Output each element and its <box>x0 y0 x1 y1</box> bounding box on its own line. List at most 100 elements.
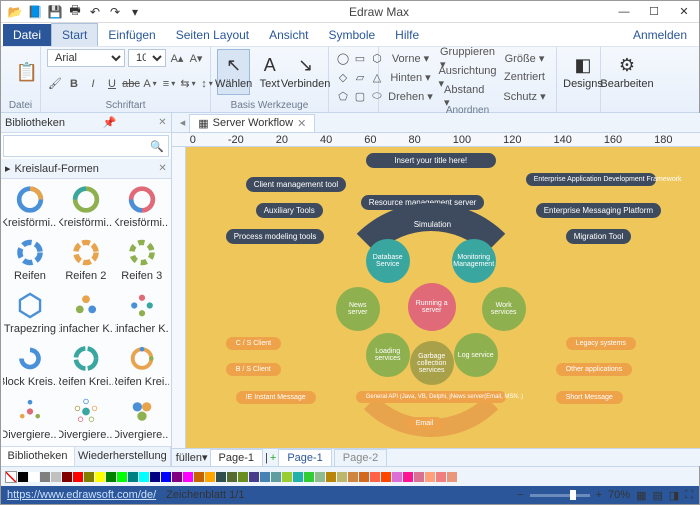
color-swatch[interactable] <box>249 472 259 482</box>
node[interactable]: Client management tool <box>246 177 347 192</box>
shape-thumbnail[interactable]: Reifen 2 <box>59 234 113 285</box>
node-pill[interactable]: Short Message <box>556 391 623 404</box>
color-swatch[interactable] <box>84 472 94 482</box>
bring-front-button[interactable]: Vorne ▾ <box>385 49 436 67</box>
tab-pagelayout[interactable]: Seiten Layout <box>166 24 259 46</box>
color-swatch[interactable] <box>139 472 149 482</box>
color-swatch[interactable] <box>359 472 369 482</box>
color-swatch[interactable] <box>238 472 248 482</box>
search-input[interactable] <box>8 140 150 152</box>
bullets-button[interactable]: ≡ <box>161 75 177 93</box>
font-color-button[interactable]: A <box>142 75 158 93</box>
shape-thumbnail[interactable]: Divergiere... <box>115 393 169 444</box>
zoom-in-button[interactable]: + <box>596 489 602 501</box>
color-swatch[interactable] <box>348 472 358 482</box>
qat-dropdown-icon[interactable]: ▾ <box>127 4 143 20</box>
shape-thumbnail[interactable]: Reifen Krei... <box>59 340 113 391</box>
status-url[interactable]: https://www.edrawsoft.com/de/ <box>7 489 156 501</box>
color-swatch[interactable] <box>260 472 270 482</box>
shape-round-button[interactable]: ▢ <box>352 87 368 105</box>
size-button[interactable]: Größe ▾ <box>499 49 550 67</box>
shape-category-header[interactable]: ▸Kreislauf-Formen ✕ <box>1 159 171 179</box>
color-swatch[interactable] <box>172 472 182 482</box>
select-tool-button[interactable]: ↖Wählen <box>217 49 250 95</box>
node-pill[interactable]: Other applications <box>556 363 632 376</box>
underline-button[interactable]: U <box>104 75 120 93</box>
font-size-select[interactable]: 10 <box>128 49 166 67</box>
panel-pin-icon[interactable]: 📌 <box>103 116 117 129</box>
shape-thumbnail[interactable]: Block Kreis... <box>3 340 57 391</box>
diagram-title[interactable]: Insert your title here! <box>366 153 496 168</box>
search-icon[interactable]: 🔍 <box>150 140 164 153</box>
connector-tool-button[interactable]: ↘Verbinden <box>289 49 322 95</box>
shape-thumbnail[interactable]: Reifen <box>3 234 57 285</box>
color-swatch[interactable] <box>381 472 391 482</box>
protect-button[interactable]: Schutz ▾ <box>499 87 550 105</box>
open-icon[interactable]: 📂 <box>7 4 23 20</box>
view-mode-icon[interactable]: ▦ <box>636 489 646 502</box>
color-swatch[interactable] <box>425 472 435 482</box>
tab-symbols[interactable]: Symbole <box>318 24 385 46</box>
color-swatch[interactable] <box>62 472 72 482</box>
shape-para-button[interactable]: ▱ <box>352 68 368 86</box>
tab-start[interactable]: Start <box>51 23 98 46</box>
node[interactable]: Enterprise Messaging Platform <box>536 203 661 218</box>
shape-thumbnail[interactable]: Divergiere... <box>3 393 57 444</box>
arc-bottom[interactable] <box>336 247 526 437</box>
send-back-button[interactable]: Hinten ▾ <box>385 68 436 86</box>
distribute-button[interactable]: Abstand ▾ <box>442 87 493 105</box>
close-button[interactable]: ✕ <box>669 1 699 23</box>
tab-libraries[interactable]: Bibliotheken <box>1 447 75 466</box>
category-close-icon[interactable]: ✕ <box>158 163 166 174</box>
node-pill[interactable]: General API (Java, VB, Delphi, jNews ser… <box>356 391 506 403</box>
color-swatch[interactable] <box>282 472 292 482</box>
page-tab-1b[interactable]: Page-1 <box>278 449 331 467</box>
color-swatch[interactable] <box>315 472 325 482</box>
page-tab-1[interactable]: Page-1 <box>210 449 263 467</box>
tab-recovery[interactable]: Wiederherstellung <box>75 447 171 466</box>
minimize-button[interactable]: — <box>609 1 639 23</box>
view-mode-icon[interactable]: ⛶ <box>685 489 693 502</box>
node-pill[interactable]: Email <box>406 417 444 430</box>
align-button[interactable]: ⇆ <box>180 75 196 93</box>
node[interactable]: Auxiliary Tools <box>256 203 323 218</box>
shape-circle-button[interactable]: ◯ <box>335 49 351 67</box>
color-swatch[interactable] <box>18 472 28 482</box>
node[interactable]: Enterprise Application Development Frame… <box>526 173 656 186</box>
strike-button[interactable]: abc <box>123 75 139 93</box>
add-page-button[interactable]: + <box>270 452 276 464</box>
color-swatch[interactable] <box>447 472 457 482</box>
bold-button[interactable]: B <box>66 75 82 93</box>
color-swatch[interactable] <box>326 472 336 482</box>
color-swatch[interactable] <box>436 472 446 482</box>
color-swatch[interactable] <box>414 472 424 482</box>
color-swatch[interactable] <box>216 472 226 482</box>
file-menu[interactable]: Datei <box>3 24 51 46</box>
color-swatch[interactable] <box>150 472 160 482</box>
shape-thumbnail[interactable]: Trapezring <box>3 287 57 338</box>
color-swatch[interactable] <box>271 472 281 482</box>
color-swatch[interactable] <box>403 472 413 482</box>
tab-insert[interactable]: Einfügen <box>98 24 165 46</box>
no-fill-swatch[interactable] <box>5 471 17 483</box>
node[interactable]: Simulation <box>406 217 459 232</box>
shape-thumbnail[interactable]: Kreisförmi... <box>115 181 169 232</box>
signin-link[interactable]: Anmelden <box>623 28 697 42</box>
tab-view[interactable]: Ansicht <box>259 24 318 46</box>
maximize-button[interactable]: ☐ <box>639 1 669 23</box>
shrink-font-button[interactable]: A▾ <box>188 49 204 67</box>
designs-button[interactable]: ◧Designs <box>563 49 603 95</box>
color-swatch[interactable] <box>73 472 83 482</box>
color-swatch[interactable] <box>293 472 303 482</box>
color-swatch[interactable] <box>370 472 380 482</box>
color-swatch[interactable] <box>205 472 215 482</box>
color-swatch[interactable] <box>128 472 138 482</box>
view-mode-icon[interactable]: ◨ <box>669 489 679 502</box>
color-swatch[interactable] <box>337 472 347 482</box>
color-swatch[interactable] <box>161 472 171 482</box>
drawing-canvas[interactable]: Insert your title here! Client managemen… <box>186 147 700 448</box>
node-pill[interactable]: B / S Client <box>226 363 281 376</box>
print-icon[interactable]: 🖶 <box>67 4 83 20</box>
shape-thumbnail[interactable]: Divergiere... <box>59 393 113 444</box>
color-swatch[interactable] <box>304 472 314 482</box>
